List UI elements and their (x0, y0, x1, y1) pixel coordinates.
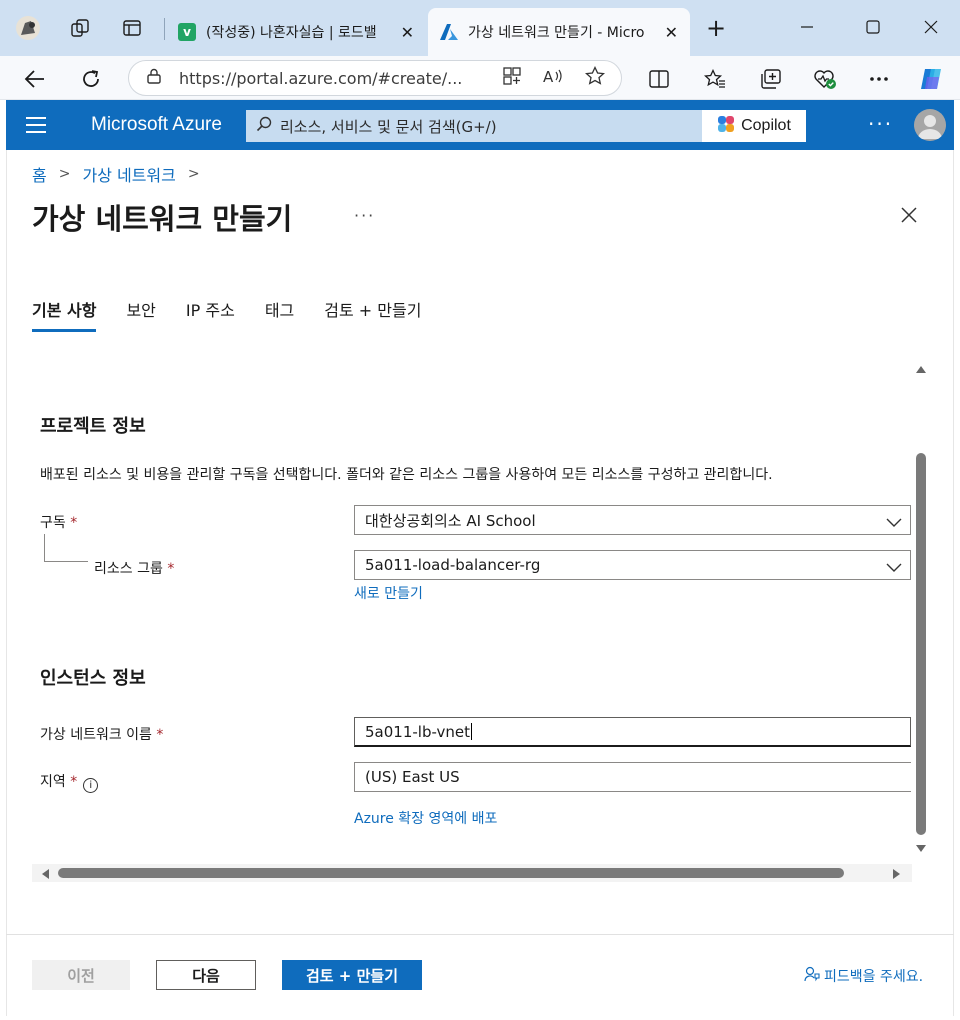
chevron-down-icon (886, 514, 902, 532)
scroll-left-icon (42, 869, 49, 879)
svg-text:A: A (543, 68, 554, 85)
tree-connector (44, 534, 88, 562)
close-tab-icon[interactable]: ✕ (665, 23, 678, 42)
profile-avatar-icon[interactable] (14, 14, 42, 42)
edge-zone-link[interactable]: Azure 확장 영역에 배포 (354, 808, 497, 828)
tab-title: 가상 네트워크 만들기 - Micro (468, 25, 645, 41)
url-text: https://portal.azure.com/#create/... (179, 68, 463, 88)
address-bar-row: https://portal.azure.com/#create/... A (0, 56, 960, 100)
tab-actions-icon[interactable] (118, 14, 146, 42)
chevron-right-icon: > (58, 166, 71, 182)
vnet-name-input[interactable]: 5a011-lb-vnet (354, 717, 911, 747)
feedback-link[interactable]: 피드백을 주세요. (804, 966, 923, 986)
scroll-up-icon (916, 366, 926, 373)
azure-brand[interactable]: Microsoft Azure (91, 114, 222, 136)
refresh-icon[interactable] (76, 64, 106, 94)
resource-group-value: 5a011-load-balancer-rg (365, 556, 541, 574)
info-icon[interactable]: i (83, 778, 99, 793)
create-new-rg-link[interactable]: 새로 만들기 (354, 583, 423, 603)
form-scroll-area: 프로젝트 정보 배포된 리소스 및 비용을 관리할 구독을 선택합니다. 폴더와… (30, 354, 930, 884)
vnet-name-value: 5a011-lb-vnet (365, 722, 470, 741)
workspaces-icon[interactable] (66, 14, 94, 42)
horizontal-scrollbar[interactable] (32, 864, 912, 882)
close-blade-icon[interactable] (900, 206, 920, 226)
chevron-down-icon (886, 559, 902, 577)
copilot-button[interactable]: Copilot (702, 110, 806, 142)
scroll-down-icon (916, 845, 926, 852)
copilot-label: Copilot (741, 117, 791, 134)
review-create-button[interactable]: 검토 + 만들기 (282, 960, 422, 990)
footer-divider (6, 934, 954, 935)
favorite-star-icon[interactable] (584, 65, 606, 90)
maximize-icon[interactable] (858, 12, 888, 42)
global-search-input[interactable]: 리소스, 서비스 및 문서 검색(G+/) (246, 110, 702, 142)
tab-basics[interactable]: 기본 사항 (32, 297, 97, 332)
azure-favicon-icon (440, 23, 458, 41)
wizard-tabs: 기본 사항 보안 IP 주소 태그 검토 + 만들기 (32, 297, 421, 332)
region-value: (US) East US (365, 768, 460, 786)
section-heading-instance: 인스턴스 정보 (40, 668, 146, 689)
close-tab-icon[interactable]: ✕ (401, 23, 414, 42)
resource-group-select[interactable]: 5a011-load-balancer-rg (354, 550, 911, 580)
vertical-scroll-thumb[interactable] (916, 453, 926, 835)
split-screen-icon[interactable] (644, 64, 674, 94)
tab-tags[interactable]: 태그 (265, 297, 294, 329)
app-available-icon[interactable] (503, 67, 521, 89)
breadcrumb: 홈 > 가상 네트워크 > (32, 162, 200, 186)
search-icon (256, 116, 272, 136)
browser-tab-bar: v (작성중) 나혼자실습 | 로드밸 ✕ 가상 네트워크 만들기 - Micr… (0, 0, 960, 56)
more-options-icon[interactable]: ··· (354, 206, 375, 225)
azure-top-bar: Microsoft Azure 리소스, 서비스 및 문서 검색(G+/) Co… (6, 100, 954, 150)
new-tab-button[interactable]: + (702, 14, 730, 42)
user-avatar[interactable] (914, 109, 946, 141)
tab-separator (164, 18, 165, 40)
scroll-right-icon (893, 869, 900, 879)
subscription-value: 대한상공회의소 AI School (365, 511, 536, 530)
header-more-icon[interactable]: ··· (868, 112, 893, 136)
lock-icon[interactable] (147, 68, 161, 88)
feedback-label: 피드백을 주세요. (824, 969, 924, 985)
collections-icon[interactable] (756, 64, 786, 94)
tab-ip-addresses[interactable]: IP 주소 (186, 297, 235, 329)
feedback-icon (804, 966, 820, 986)
settings-more-icon[interactable] (864, 64, 894, 94)
search-placeholder: 리소스, 서비스 및 문서 검색(G+/) (280, 117, 497, 136)
breadcrumb-home[interactable]: 홈 (32, 162, 47, 186)
resource-group-label: 리소스 그룹 * (94, 561, 175, 577)
subscription-label: 구독 * (40, 515, 78, 531)
minimize-icon[interactable] (792, 12, 822, 42)
window-close-icon[interactable] (916, 12, 946, 42)
copilot-sidebar-icon[interactable] (916, 64, 946, 94)
previous-button[interactable]: 이전 (32, 960, 130, 990)
copilot-logo-icon (717, 115, 735, 138)
browser-essentials-icon[interactable] (810, 64, 840, 94)
region-select[interactable]: (US) East US (354, 762, 911, 792)
portal-menu-icon[interactable] (26, 117, 46, 138)
vertical-scrollbar[interactable] (912, 356, 930, 860)
region-label: 지역 * i (40, 771, 99, 793)
back-icon[interactable] (20, 64, 50, 94)
next-button[interactable]: 다음 (156, 960, 256, 990)
tab-create-vnet[interactable]: 가상 네트워크 만들기 - Micro ✕ (428, 8, 690, 56)
velog-favicon-icon: v (178, 23, 196, 41)
page-title: 가상 네트워크 만들기 (32, 202, 293, 236)
tab-security[interactable]: 보안 (126, 297, 155, 329)
read-aloud-icon[interactable]: A (543, 67, 563, 89)
url-field[interactable]: https://portal.azure.com/#create/... A (128, 60, 622, 96)
chevron-right-icon: > (187, 166, 200, 182)
vnet-name-label: 가상 네트워크 이름 * (40, 727, 164, 743)
favorites-icon[interactable] (700, 64, 730, 94)
tab-review-create[interactable]: 검토 + 만들기 (324, 297, 421, 329)
tab-title: (작성중) 나혼자실습 | 로드밸 (206, 25, 377, 41)
project-description: 배포된 리소스 및 비용을 관리할 구독을 선택합니다. 폴더와 같은 리소스 … (40, 467, 773, 483)
horizontal-scroll-thumb[interactable] (58, 868, 844, 878)
breadcrumb-virtual-networks[interactable]: 가상 네트워크 (82, 162, 175, 186)
tab-lab-notes[interactable]: v (작성중) 나혼자실습 | 로드밸 ✕ (166, 8, 426, 56)
text-caret (470, 723, 472, 740)
section-heading-project: 프로젝트 정보 (40, 416, 146, 437)
subscription-select[interactable]: 대한상공회의소 AI School (354, 505, 911, 535)
